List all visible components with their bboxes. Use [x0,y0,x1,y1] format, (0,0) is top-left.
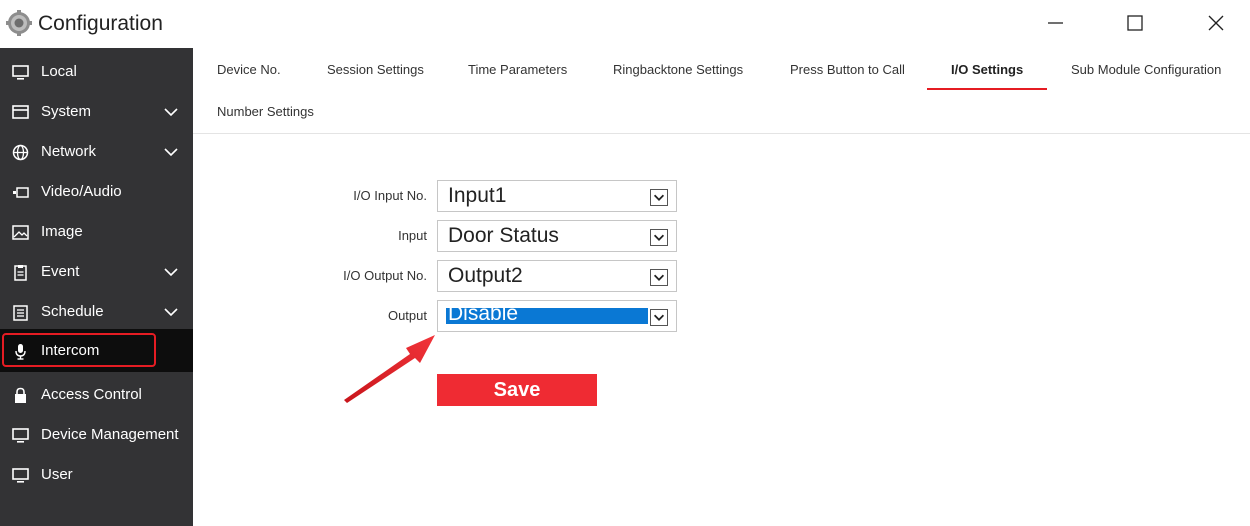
dropdown-arrow-icon[interactable] [650,309,668,326]
dropdown-arrow-icon[interactable] [650,269,668,286]
video-icon [13,187,29,198]
tab-device-no[interactable]: Device No. [217,62,281,77]
sidebar-item-label: Video/Audio [41,183,122,200]
monitor-icon [12,468,29,483]
active-tab-indicator [927,88,1047,90]
tab-press-button-to-call[interactable]: Press Button to Call [790,62,905,77]
save-button[interactable]: Save [437,374,597,406]
monitor-icon [12,428,29,443]
io-input-no-value: Input1 [448,184,507,207]
input-value: Door Status [448,224,559,247]
io-output-no-label: I/O Output No. [343,268,427,283]
tab-io-settings[interactable]: I/O Settings [951,62,1023,77]
minimize-icon[interactable] [1041,10,1071,36]
sidebar-item-label: Schedule [41,303,104,320]
chevron-down-icon [164,268,178,277]
lock-icon [15,387,26,403]
io-input-no-label: I/O Input No. [353,188,427,203]
annotation-arrow-icon [344,335,435,403]
sidebar: Local System Network Video/Audio Image E… [0,48,193,526]
sidebar-item-label: System [41,103,92,120]
sidebar-item-label: User [41,466,73,483]
io-input-no-select[interactable]: Input1 [437,180,677,212]
clipboard-icon [14,265,27,281]
io-output-no-value: Output2 [448,264,523,287]
image-icon [12,225,29,240]
sidebar-item-event[interactable]: Event [0,252,193,292]
sidebar-item-intercom[interactable]: Intercom [0,329,193,372]
sidebar-item-access-control[interactable]: Access Control [0,375,193,415]
title-bar: Configuration [0,0,1250,48]
output-value: Disable [448,302,519,325]
sidebar-item-label: Intercom [41,342,100,359]
sidebar-item-video-audio[interactable]: Video/Audio [0,172,193,212]
tab-ringbacktone-settings[interactable]: Ringbacktone Settings [613,62,743,77]
globe-icon [12,144,29,161]
tab-bar: Device No. Session Settings Time Paramet… [193,48,1250,134]
input-label: Input [398,228,427,243]
chevron-down-icon [164,308,178,317]
sidebar-item-label: Image [41,223,83,240]
system-icon [12,105,29,119]
io-output-no-select[interactable]: Output2 [437,260,677,292]
dropdown-arrow-icon[interactable] [650,229,668,246]
chevron-down-icon [164,108,178,117]
schedule-icon [13,305,28,321]
close-icon[interactable] [1201,10,1231,36]
gear-logo-icon [6,10,32,36]
output-select[interactable]: Disable [437,300,677,332]
sidebar-item-label: Local [41,63,77,80]
microphone-icon [15,344,26,360]
dropdown-arrow-icon[interactable] [650,189,668,206]
tab-number-settings[interactable]: Number Settings [217,104,314,119]
sidebar-item-local[interactable]: Local [0,52,193,92]
input-select[interactable]: Door Status [437,220,677,252]
sidebar-item-user[interactable]: User [0,455,193,495]
sidebar-item-label: Event [41,263,80,280]
chevron-down-icon [164,148,178,157]
sidebar-item-network[interactable]: Network [0,132,193,172]
monitor-icon [12,65,29,80]
tab-time-parameters[interactable]: Time Parameters [468,62,567,77]
tab-session-settings[interactable]: Session Settings [327,62,424,77]
sidebar-item-schedule[interactable]: Schedule [0,292,193,332]
sidebar-item-label: Access Control [41,386,142,403]
sidebar-item-device-management[interactable]: Device Management [0,415,193,455]
tab-sub-module-configuration[interactable]: Sub Module Configuration [1071,62,1221,77]
output-label: Output [387,308,427,323]
sidebar-item-label: Device Management [41,426,179,443]
app-title: Configuration [38,12,163,35]
sidebar-item-system[interactable]: System [0,92,193,132]
maximize-icon[interactable] [1120,10,1150,36]
sidebar-item-image[interactable]: Image [0,212,193,252]
sidebar-item-label: Network [41,143,97,160]
